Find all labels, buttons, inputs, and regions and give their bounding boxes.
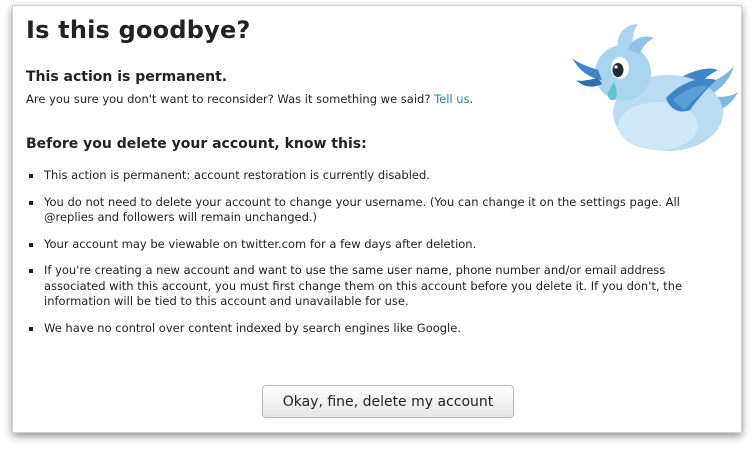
page-background: Is this goodbye? This action is permanen… bbox=[0, 0, 755, 451]
fact-text: You do not need to delete your account t… bbox=[44, 194, 680, 225]
reconsider-question: Are you sure you don't want to reconside… bbox=[26, 92, 431, 106]
bullet-icon bbox=[29, 200, 33, 205]
delete-account-button[interactable]: Okay, fine, delete my account bbox=[262, 385, 514, 418]
fact-text: If you're creating a new account and wan… bbox=[44, 263, 683, 308]
tell-us-link[interactable]: Tell us bbox=[434, 92, 469, 106]
fact-text: We have no control over content indexed … bbox=[44, 320, 461, 335]
fact-text: This action is permanent: account restor… bbox=[44, 168, 430, 182]
goodbye-dialog: Is this goodbye? This action is permanen… bbox=[12, 5, 742, 433]
reconsider-text: Are you sure you don't want to reconside… bbox=[26, 92, 473, 106]
bullet-icon bbox=[29, 326, 33, 331]
facts-list: This action is permanent: account restor… bbox=[26, 168, 716, 347]
crying-bird-icon bbox=[572, 24, 738, 151]
reconsider-period: . bbox=[469, 92, 474, 106]
list-item: If you're creating a new account and wan… bbox=[26, 263, 716, 310]
bullet-icon bbox=[29, 242, 33, 247]
bullet-icon bbox=[29, 174, 33, 178]
list-item: We have no control over content indexed … bbox=[26, 321, 716, 337]
page-title: Is this goodbye? bbox=[26, 16, 251, 44]
before-delete-heading: Before you delete your account, know thi… bbox=[26, 136, 367, 152]
bullet-icon bbox=[29, 269, 33, 273]
list-item: This action is permanent: account restor… bbox=[26, 168, 716, 184]
fact-text: Your account may be viewable on twitter.… bbox=[44, 236, 477, 251]
permanent-heading: This action is permanent. bbox=[26, 69, 228, 85]
list-item: Your account may be viewable on twitter.… bbox=[26, 237, 716, 253]
list-item: You do not need to delete your account t… bbox=[26, 195, 716, 226]
